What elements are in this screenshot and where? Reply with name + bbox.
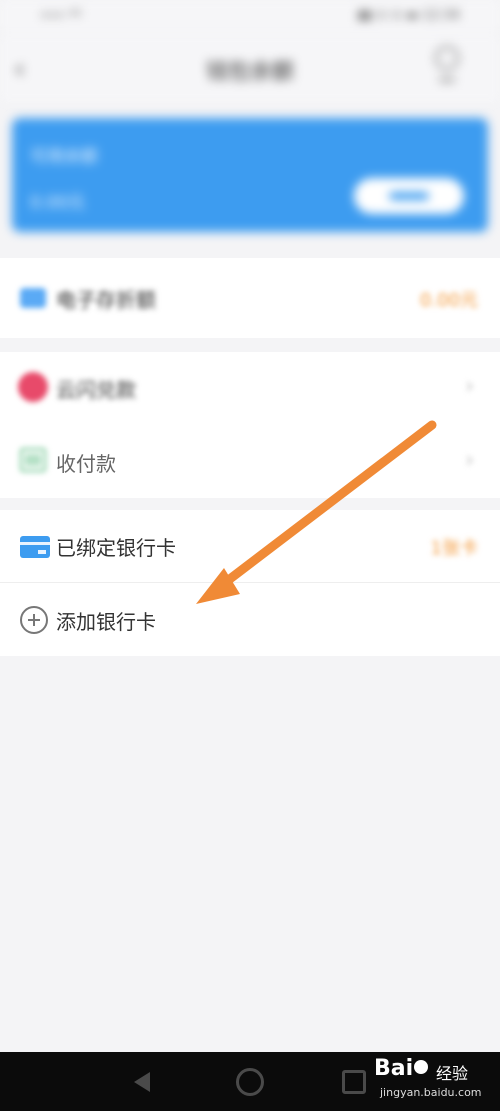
- watermark-url: jingyan.baidu.com: [380, 1086, 482, 1099]
- nav-recent-apps-icon[interactable]: [342, 1070, 366, 1094]
- nav-home-icon[interactable]: [236, 1068, 264, 1096]
- watermark-brand: Bai: [374, 1056, 414, 1081]
- nav-back-icon[interactable]: [134, 1072, 150, 1092]
- watermark-cn: 经验: [436, 1064, 469, 1083]
- annotation-arrow: [196, 420, 437, 604]
- baidu-paw-icon: [414, 1060, 428, 1074]
- baidu-jingyan-watermark: Bai 经验 jingyan.baidu.com: [374, 1056, 484, 1106]
